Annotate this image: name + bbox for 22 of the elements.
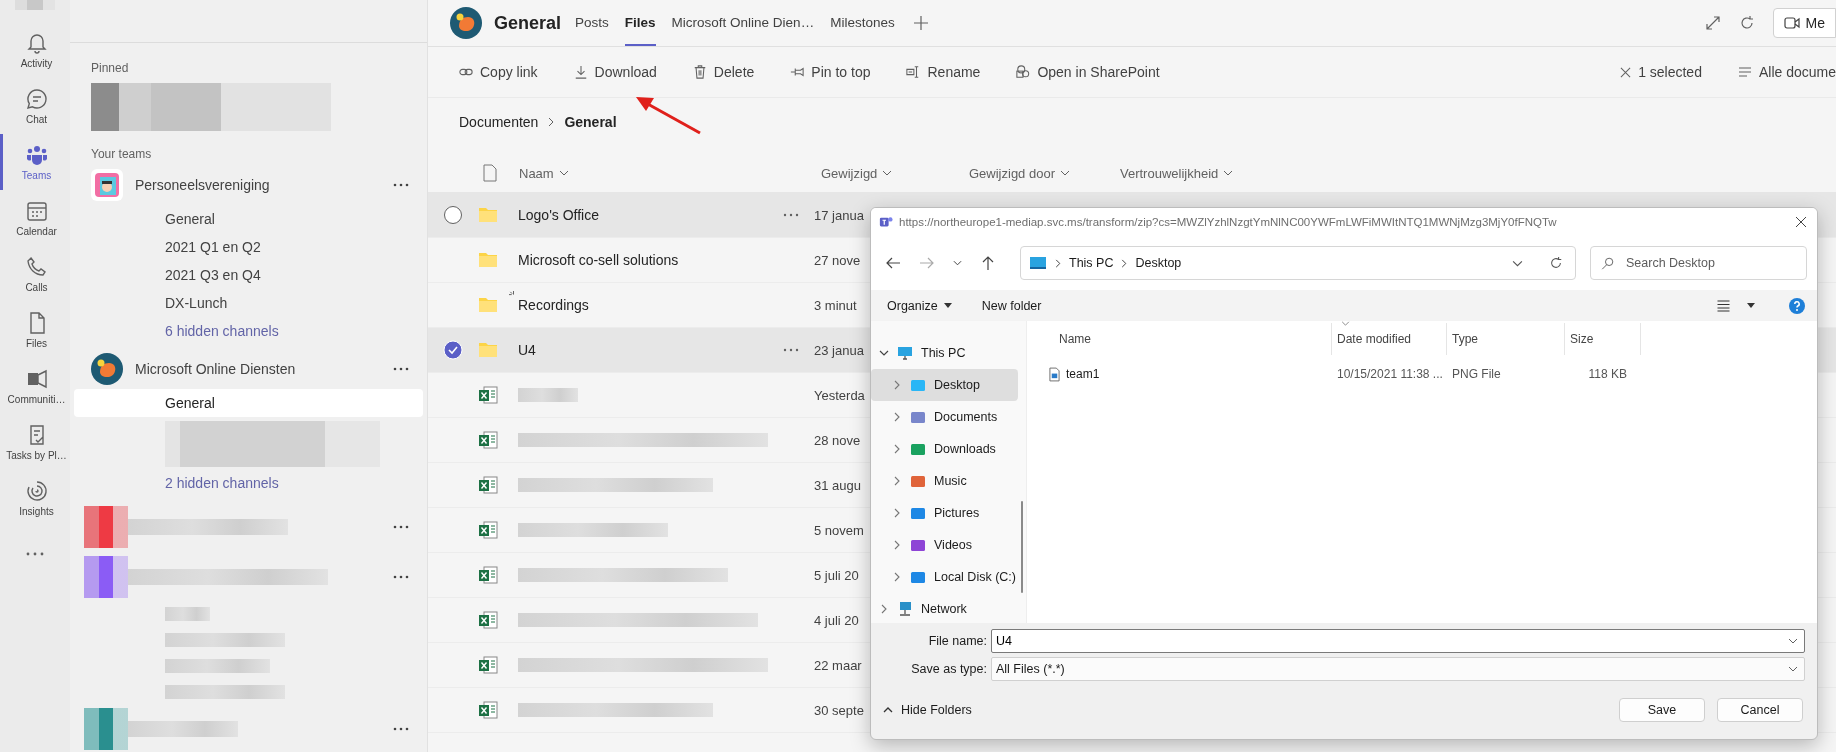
modified-date: 27 nove — [814, 252, 861, 268]
file-type: PNG File — [1451, 367, 1502, 381]
modified-date: 28 nove — [814, 432, 861, 448]
modified-date: 5 novem — [814, 522, 864, 538]
modified-date: 17 janua — [814, 207, 864, 223]
modified-date: Yesterda — [814, 387, 865, 403]
modified-date: 23 janua — [814, 342, 864, 358]
window-title: https://northeurope1-mediap.svc.ms/transform/zip?cs=MWZlYzhlNzgtYmNlNC00YWFmLWFiMWItNTQ1MWNjMzg3MjY0fFNQTw — [899, 216, 1557, 228]
modified-date: 3 minut — [814, 297, 857, 313]
field-label: File name: — [927, 634, 988, 648]
field-label: Save as type: — [910, 662, 988, 676]
modified-date: 4 juli 20 — [814, 612, 859, 628]
modified-date: 31 augu — [814, 477, 861, 493]
section-heading: Pinned — [91, 61, 130, 75]
file-name: team1 — [1066, 367, 1100, 381]
file-size: 118 KB — [1587, 367, 1628, 381]
channel-title: General — [494, 12, 562, 34]
modified-date: 10/15/2021 11:38 ... — [1336, 367, 1444, 381]
modified-date: 22 maar — [814, 657, 862, 673]
section-heading: Your teams — [91, 147, 153, 161]
modified-date: 30 septe — [814, 702, 864, 718]
modified-date: 5 juli 20 — [814, 567, 859, 583]
